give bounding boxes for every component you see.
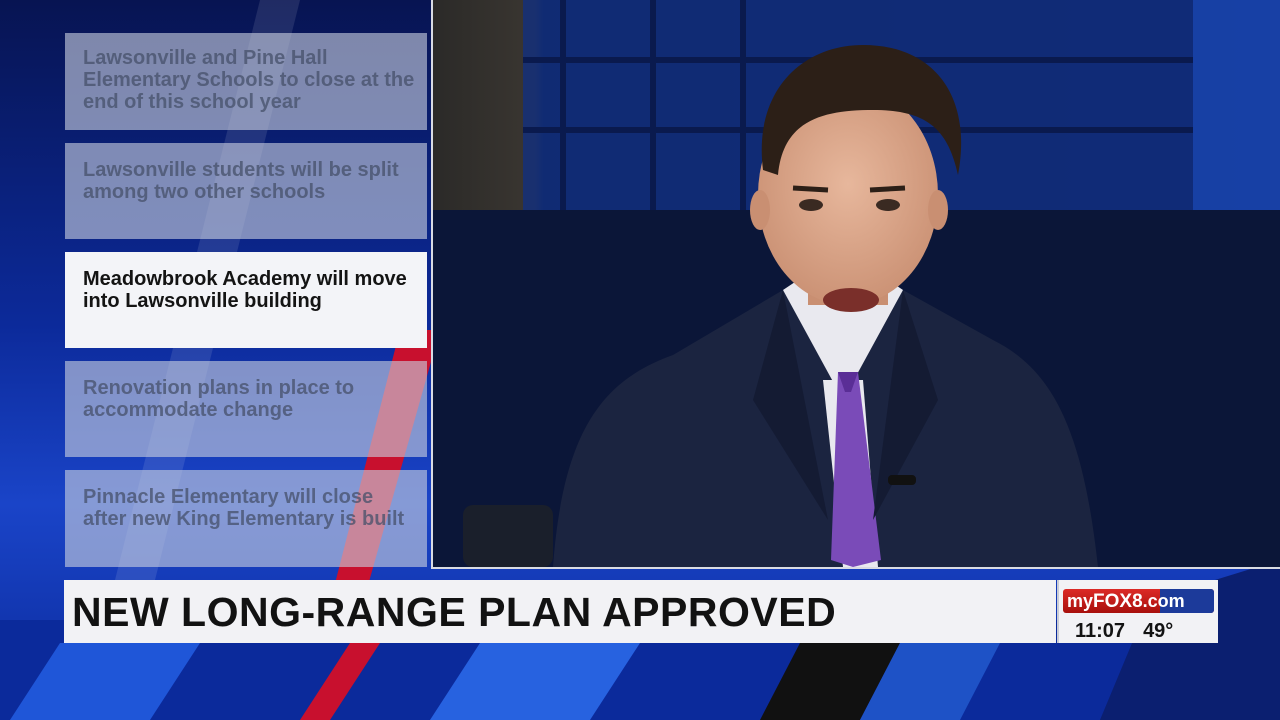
lower-third-headline: NEW LONG-RANGE PLAN APPROVED bbox=[64, 580, 1056, 643]
bullet-text: Lawsonville and Pine Hall Elementary Sch… bbox=[83, 47, 415, 113]
logo-my: my bbox=[1067, 591, 1094, 611]
logo-text: myFOX8.com bbox=[1067, 591, 1185, 613]
anchor-video bbox=[431, 0, 1280, 569]
station-bug: myFOX8.com 11:07 49° bbox=[1057, 580, 1218, 643]
bullet-text: Renovation plans in place to accommodate… bbox=[83, 377, 355, 421]
bullet-card-1: Lawsonville and Pine Hall Elementary Sch… bbox=[65, 33, 427, 130]
logo-dotcom: .com bbox=[1142, 591, 1185, 611]
time-temp: 11:07 49° bbox=[1075, 620, 1191, 643]
logo-fox8: FOX8 bbox=[1093, 591, 1143, 612]
clock-time: 11:07 bbox=[1075, 620, 1126, 642]
temperature: 49° bbox=[1143, 620, 1174, 642]
bullet-text: Meadowbrook Academy will move into Lawso… bbox=[83, 268, 407, 312]
headline-text: NEW LONG-RANGE PLAN APPROVED bbox=[72, 589, 837, 635]
bullet-text: Lawsonville students will be split among… bbox=[83, 159, 399, 203]
bullet-card-5: Pinnacle Elementary will close after new… bbox=[65, 470, 427, 567]
station-logo: myFOX8.com bbox=[1063, 589, 1214, 613]
bullet-card-4: Renovation plans in place to accommodate… bbox=[65, 361, 427, 457]
bullet-text: Pinnacle Elementary will close after new… bbox=[83, 486, 405, 530]
anchor-scene bbox=[433, 0, 1280, 567]
bullet-card-3-active: Meadowbrook Academy will move into Lawso… bbox=[65, 252, 427, 348]
bullet-card-2: Lawsonville students will be split among… bbox=[65, 143, 427, 239]
